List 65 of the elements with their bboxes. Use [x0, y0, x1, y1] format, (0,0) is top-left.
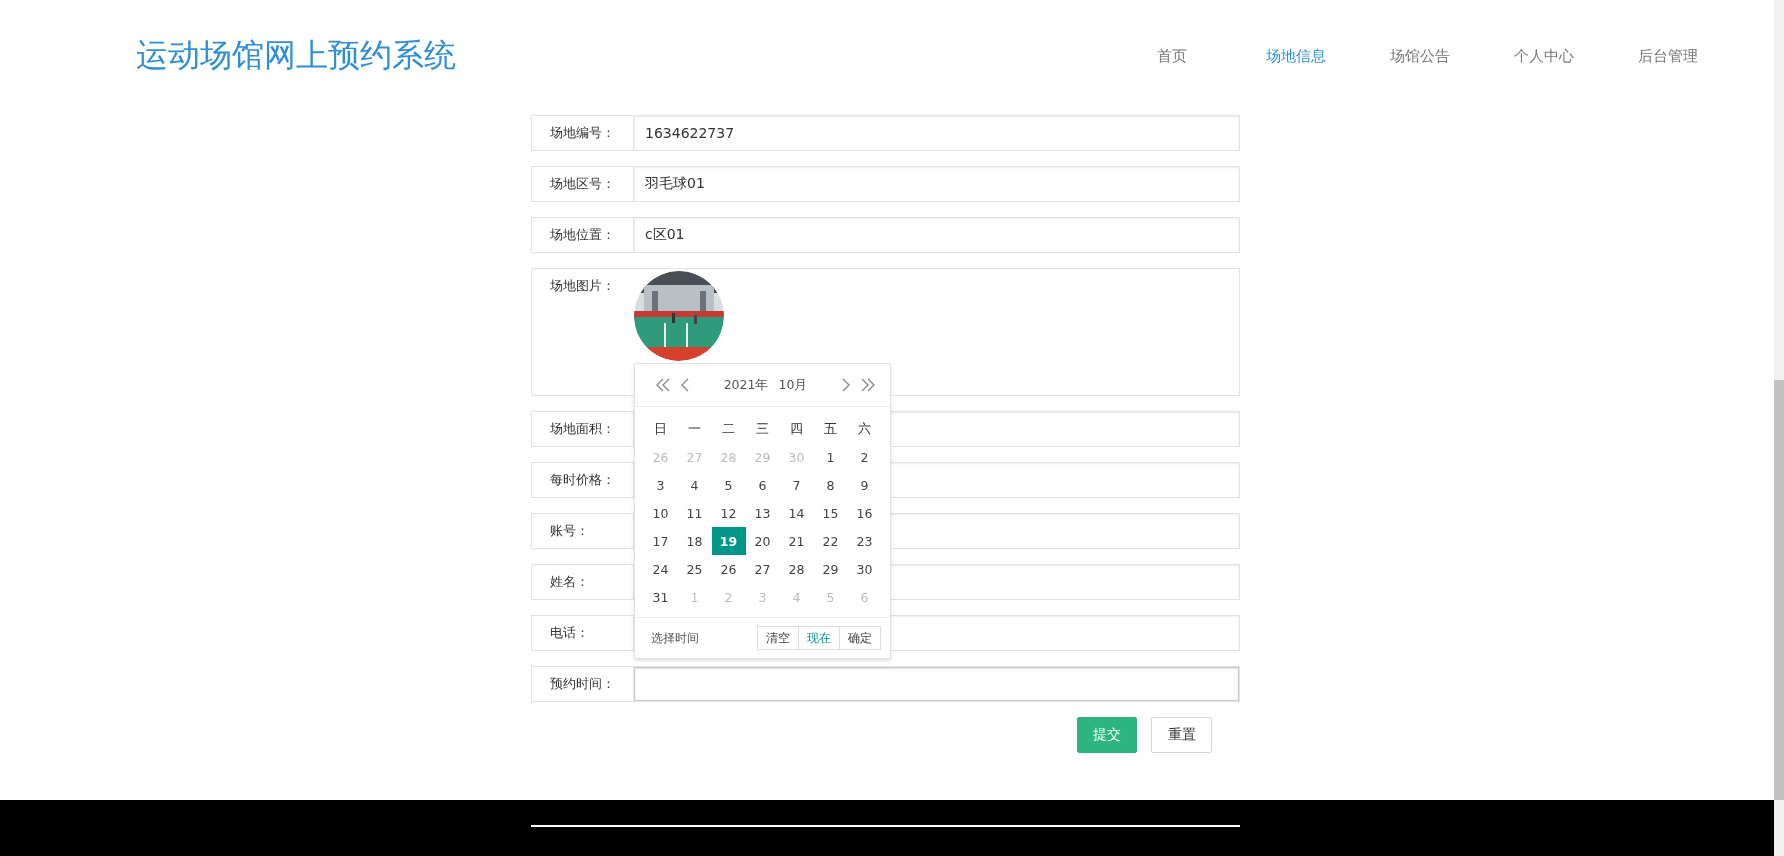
- day-cell[interactable]: 13: [745, 499, 780, 527]
- nav-link[interactable]: 个人中心: [1512, 46, 1576, 66]
- day-cell[interactable]: 31: [643, 583, 678, 611]
- day-cell[interactable]: 4: [677, 471, 712, 499]
- nav-link[interactable]: 首页: [1140, 46, 1204, 66]
- day-cell[interactable]: 23: [847, 527, 882, 555]
- weekday-label: 三: [755, 419, 770, 438]
- month-label[interactable]: 10月: [778, 376, 808, 394]
- day-cell[interactable]: 16: [847, 499, 882, 527]
- input-field[interactable]: 1634622737: [634, 116, 1239, 150]
- nav-link[interactable]: 场馆公告: [1388, 46, 1452, 66]
- input-field[interactable]: [634, 667, 1239, 701]
- weekday-label: 日: [653, 419, 668, 438]
- input-field[interactable]: 羽毛球01: [634, 167, 1239, 201]
- day-cell[interactable]: 3: [643, 471, 678, 499]
- day-cell[interactable]: 11: [677, 499, 712, 527]
- day-cell[interactable]: 17: [643, 527, 678, 555]
- reset-button[interactable]: 重置: [1151, 717, 1212, 753]
- select-time-link[interactable]: 选择时间: [651, 629, 699, 647]
- day-cell[interactable]: 7: [779, 471, 814, 499]
- day-cell[interactable]: 29: [813, 555, 848, 583]
- weekday-label: 二: [721, 419, 736, 438]
- scrollbar[interactable]: [1774, 0, 1784, 856]
- weekday-label: 四: [789, 419, 804, 438]
- picker-button[interactable]: 确定: [839, 626, 881, 650]
- day-cell[interactable]: 8: [813, 471, 848, 499]
- day-cell[interactable]: 14: [779, 499, 814, 527]
- nav-link[interactable]: 后台管理: [1636, 46, 1700, 66]
- day-cell[interactable]: 12: [711, 499, 746, 527]
- day-cell[interactable]: 10: [643, 499, 678, 527]
- day-cell[interactable]: 28: [779, 555, 814, 583]
- day-cell[interactable]: 30: [847, 555, 882, 583]
- day-cell[interactable]: 1: [813, 443, 848, 471]
- double-chevron-right-icon[interactable]: [860, 378, 876, 392]
- picker-button[interactable]: 现在: [798, 626, 840, 650]
- site-title: 运动场馆网上预约系统: [136, 35, 456, 76]
- day-cell[interactable]: 9: [847, 471, 882, 499]
- day-cell[interactable]: 2: [847, 443, 882, 471]
- field-label: 场地编号：: [532, 116, 634, 150]
- field-label: 场地区号：: [532, 167, 634, 201]
- input-field[interactable]: c区01: [634, 218, 1239, 252]
- chevron-left-icon[interactable]: [681, 378, 690, 392]
- weekday-label: 一: [687, 419, 702, 438]
- field-label: 场地位置：: [532, 218, 634, 252]
- picker-button[interactable]: 清空: [757, 626, 799, 650]
- day-cell[interactable]: 26: [711, 555, 746, 583]
- day-cell[interactable]: 27: [745, 555, 780, 583]
- day-cell[interactable]: 18: [677, 527, 712, 555]
- day-cell[interactable]: 15: [813, 499, 848, 527]
- day-cell[interactable]: 19: [711, 527, 746, 555]
- double-chevron-left-icon[interactable]: [655, 378, 671, 392]
- day-cell[interactable]: 25: [677, 555, 712, 583]
- day-cell[interactable]: 20: [745, 527, 780, 555]
- field-label: 场地图片：: [549, 277, 616, 295]
- day-cell[interactable]: 5: [711, 471, 746, 499]
- chevron-right-icon[interactable]: [841, 378, 850, 392]
- nav-link[interactable]: 场地信息: [1264, 46, 1328, 66]
- day-cell[interactable]: 6: [745, 471, 780, 499]
- year-label[interactable]: 2021年: [723, 376, 769, 394]
- day-cell[interactable]: 22: [813, 527, 848, 555]
- weekday-label: 六: [857, 419, 872, 438]
- day-cell[interactable]: 24: [643, 555, 678, 583]
- field-label: 预约时间：: [532, 667, 634, 701]
- weekday-label: 五: [823, 419, 838, 438]
- day-cell[interactable]: 21: [779, 527, 814, 555]
